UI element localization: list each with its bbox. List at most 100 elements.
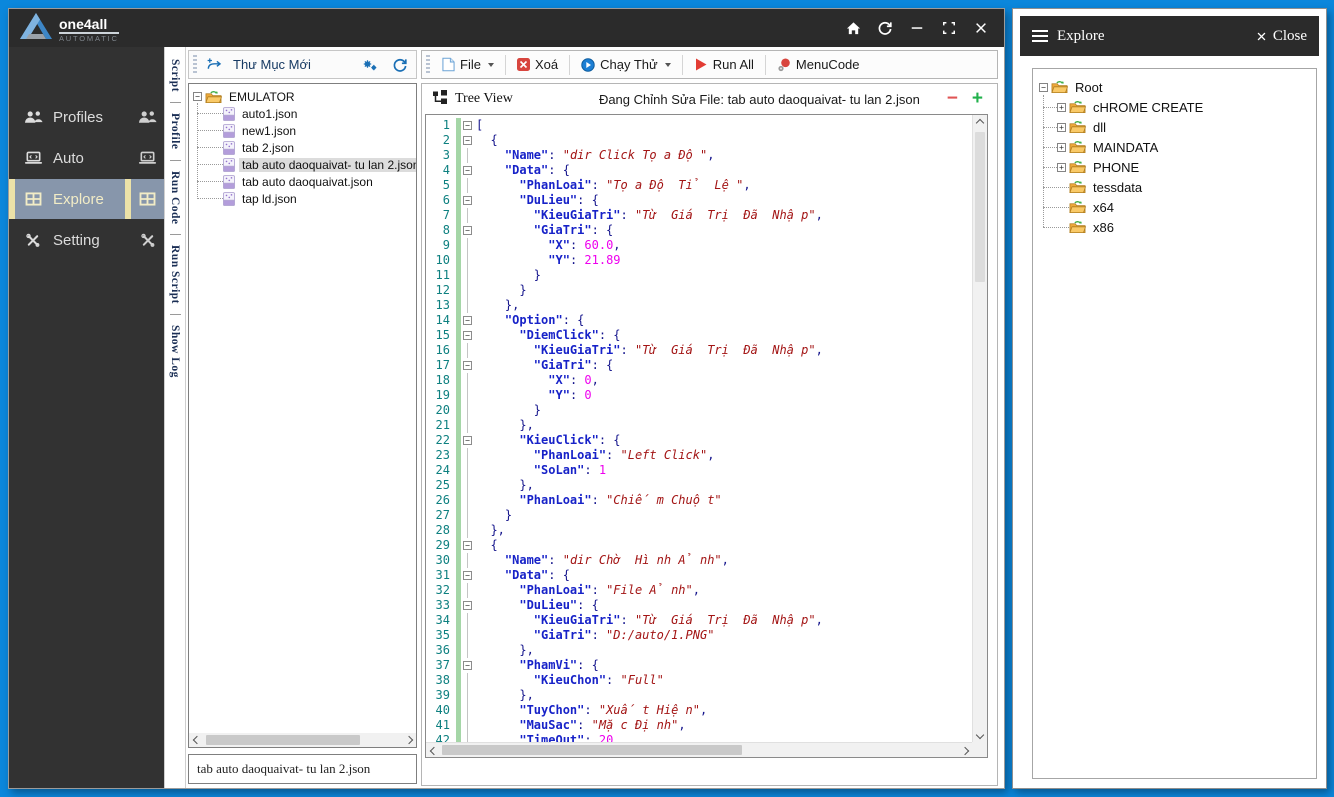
code-line[interactable]: 23 "PhanLoai": "Left Click", xyxy=(426,448,972,463)
tree-item-chrome-create[interactable]: + cHROME CREATE xyxy=(1033,97,1316,117)
tree-item-label[interactable]: tab auto daoquaivat- tu lan 2.json xyxy=(239,157,416,172)
tree-item-tab-2-json[interactable]: tab 2.json xyxy=(189,139,416,156)
fold-toggle-icon[interactable]: − xyxy=(461,163,474,178)
fold-toggle-icon[interactable]: − xyxy=(461,223,474,238)
code-line[interactable]: 9 "X": 60.0, xyxy=(426,238,972,253)
tools-icon[interactable] xyxy=(131,220,164,260)
tree-item-label[interactable]: MAINDATA xyxy=(1090,140,1161,155)
code-line[interactable]: 29− { xyxy=(426,538,972,553)
tab-run-script[interactable]: Run Script xyxy=(169,241,181,308)
dropdown-caret-icon[interactable] xyxy=(664,62,671,67)
close-explore-button[interactable]: Close xyxy=(1256,28,1307,45)
drag-grip[interactable] xyxy=(426,55,430,74)
tree-item-label[interactable]: x86 xyxy=(1090,220,1117,235)
scroll-right-arrow[interactable] xyxy=(957,743,972,758)
code-editor[interactable]: 1−[2− {3 "Name": "dir Click Tọ a Độ ", 4−… xyxy=(425,114,988,758)
new-folder-icon[interactable] xyxy=(203,54,227,76)
tree-item-label[interactable]: PHONE xyxy=(1090,160,1142,175)
tree-item-label[interactable]: dll xyxy=(1090,120,1109,135)
collapse-icon[interactable]: − xyxy=(193,92,202,101)
tree-item-tap-ld-json[interactable]: tap ld.json xyxy=(189,190,416,207)
tree-item-label[interactable]: tessdata xyxy=(1090,180,1145,195)
scroll-left-arrow[interactable] xyxy=(189,733,204,748)
expand-icon[interactable]: + xyxy=(1057,102,1066,112)
fold-toggle-icon[interactable]: − xyxy=(461,568,474,583)
code-line[interactable]: 8− "GiaTri": { xyxy=(426,223,972,238)
close-button[interactable] xyxy=(972,19,990,37)
tree-item-label[interactable]: tab auto daoquaivat.json xyxy=(239,175,376,189)
tree-item-new1-json[interactable]: new1.json xyxy=(189,122,416,139)
scroll-up-arrow[interactable] xyxy=(972,115,987,130)
editor-vscrollbar[interactable] xyxy=(972,115,987,742)
expand-icon[interactable]: + xyxy=(1057,122,1066,132)
scroll-left-arrow[interactable] xyxy=(426,743,441,758)
fold-toggle-icon[interactable]: − xyxy=(461,328,474,343)
code-line[interactable]: 25 }, xyxy=(426,478,972,493)
fold-toggle-icon[interactable]: − xyxy=(461,313,474,328)
code-line[interactable]: 15− "DiemClick": { xyxy=(426,328,972,343)
code-line[interactable]: 30 "Name": "dir Chờ Hì nh Ả nh", xyxy=(426,553,972,568)
code-line[interactable]: 20 } xyxy=(426,403,972,418)
code-line[interactable]: 33− "DuLieu": { xyxy=(426,598,972,613)
file-button[interactable]: File xyxy=(436,54,500,75)
tree-item-tab-auto-daoquaivat-tu-lan-2-json[interactable]: tab auto daoquaivat- tu lan 2.json xyxy=(189,156,416,173)
tree-item-x64[interactable]: x64 xyxy=(1033,197,1316,217)
tree-item-label[interactable]: Root xyxy=(1072,80,1105,95)
code-line[interactable]: 11 } xyxy=(426,268,972,283)
sidebar-item-setting[interactable]: Setting xyxy=(9,220,164,260)
tree-item-label[interactable]: EMULATOR xyxy=(226,90,298,104)
scrollbar-thumb[interactable] xyxy=(206,735,360,745)
expand-icon[interactable]: + xyxy=(1057,162,1066,172)
code-line[interactable]: 39 }, xyxy=(426,688,972,703)
collapse-icon[interactable]: − xyxy=(1039,82,1048,92)
grid-icon[interactable] xyxy=(131,179,164,219)
code-area[interactable]: 1−[2− {3 "Name": "dir Click Tọ a Độ ", 4−… xyxy=(426,115,972,742)
drag-grip[interactable] xyxy=(193,55,197,74)
tree-item-label[interactable]: auto1.json xyxy=(239,107,300,121)
fold-toggle-icon[interactable]: − xyxy=(461,358,474,373)
tree-item-label[interactable]: x64 xyxy=(1090,200,1117,215)
tab-profile[interactable]: Profile xyxy=(169,109,181,154)
tree-item-label[interactable]: tab 2.json xyxy=(239,141,297,155)
scrollbar-thumb[interactable] xyxy=(442,745,743,755)
refresh-button[interactable] xyxy=(876,19,894,37)
code-line[interactable]: 3 "Name": "dir Click Tọ a Độ ", xyxy=(426,148,972,163)
fold-toggle-icon[interactable]: − xyxy=(461,658,474,673)
dropdown-caret-icon[interactable] xyxy=(487,62,494,67)
refresh-tree-icon[interactable] xyxy=(388,54,412,76)
home-button[interactable] xyxy=(844,19,862,37)
run-all-button[interactable]: Run All xyxy=(688,54,760,75)
tree-item-label[interactable]: new1.json xyxy=(239,124,299,138)
expand-icon[interactable]: + xyxy=(1057,142,1066,152)
code-line[interactable]: 37− "PhamVi": { xyxy=(426,658,972,673)
tree-item-tab-auto-daoquaivat-json[interactable]: tab auto daoquaivat.json xyxy=(189,173,416,190)
fold-toggle-icon[interactable]: − xyxy=(461,118,474,133)
tree-item-label[interactable]: tap ld.json xyxy=(239,192,300,206)
fold-toggle-icon[interactable]: − xyxy=(461,133,474,148)
code-line[interactable]: 2− { xyxy=(426,133,972,148)
code-line[interactable]: 24 "SoLan": 1 xyxy=(426,463,972,478)
file-tree-hscrollbar[interactable] xyxy=(189,733,416,747)
tree-item-x86[interactable]: x86 xyxy=(1033,217,1316,237)
code-line[interactable]: 10 "Y": 21.89 xyxy=(426,253,972,268)
minimize-button[interactable] xyxy=(908,19,926,37)
code-line[interactable]: 31− "Data": { xyxy=(426,568,972,583)
tree-item-tessdata[interactable]: tessdata xyxy=(1033,177,1316,197)
code-line[interactable]: 35 "GiaTri": "D:/auto/1.PNG" xyxy=(426,628,972,643)
xo-button[interactable]: Xoá xyxy=(511,54,564,75)
sidebar-item-profiles[interactable]: Profiles xyxy=(9,97,164,137)
sidebar-item-explore[interactable]: Explore xyxy=(9,179,164,219)
code-line[interactable]: 21 }, xyxy=(426,418,972,433)
code-line[interactable]: 7 "KieuGiaTri": "Từ Giá Trị Đã Nhậ p", xyxy=(426,208,972,223)
code-line[interactable]: 18 "X": 0, xyxy=(426,373,972,388)
code-line[interactable]: 5 "PhanLoai": "Tọ a Độ Tỉ Lệ ", xyxy=(426,178,972,193)
code-line[interactable]: 34 "KieuGiaTri": "Từ Giá Trị Đã Nhậ p", xyxy=(426,613,972,628)
menucode-button[interactable]: MenuCode xyxy=(771,54,866,75)
code-line[interactable]: 16 "KieuGiaTri": "Từ Giá Trị Đã Nhậ p", xyxy=(426,343,972,358)
code-line[interactable]: 1−[ xyxy=(426,118,972,133)
tab-script[interactable]: Script xyxy=(169,55,181,96)
tree-item-emulator[interactable]: − EMULATOR xyxy=(189,88,416,105)
code-line[interactable]: 26 "PhanLoai": "Chiế m Chuộ t" xyxy=(426,493,972,508)
code-line[interactable]: 38 "KieuChon": "Full" xyxy=(426,673,972,688)
scroll-down-arrow[interactable] xyxy=(972,727,987,742)
